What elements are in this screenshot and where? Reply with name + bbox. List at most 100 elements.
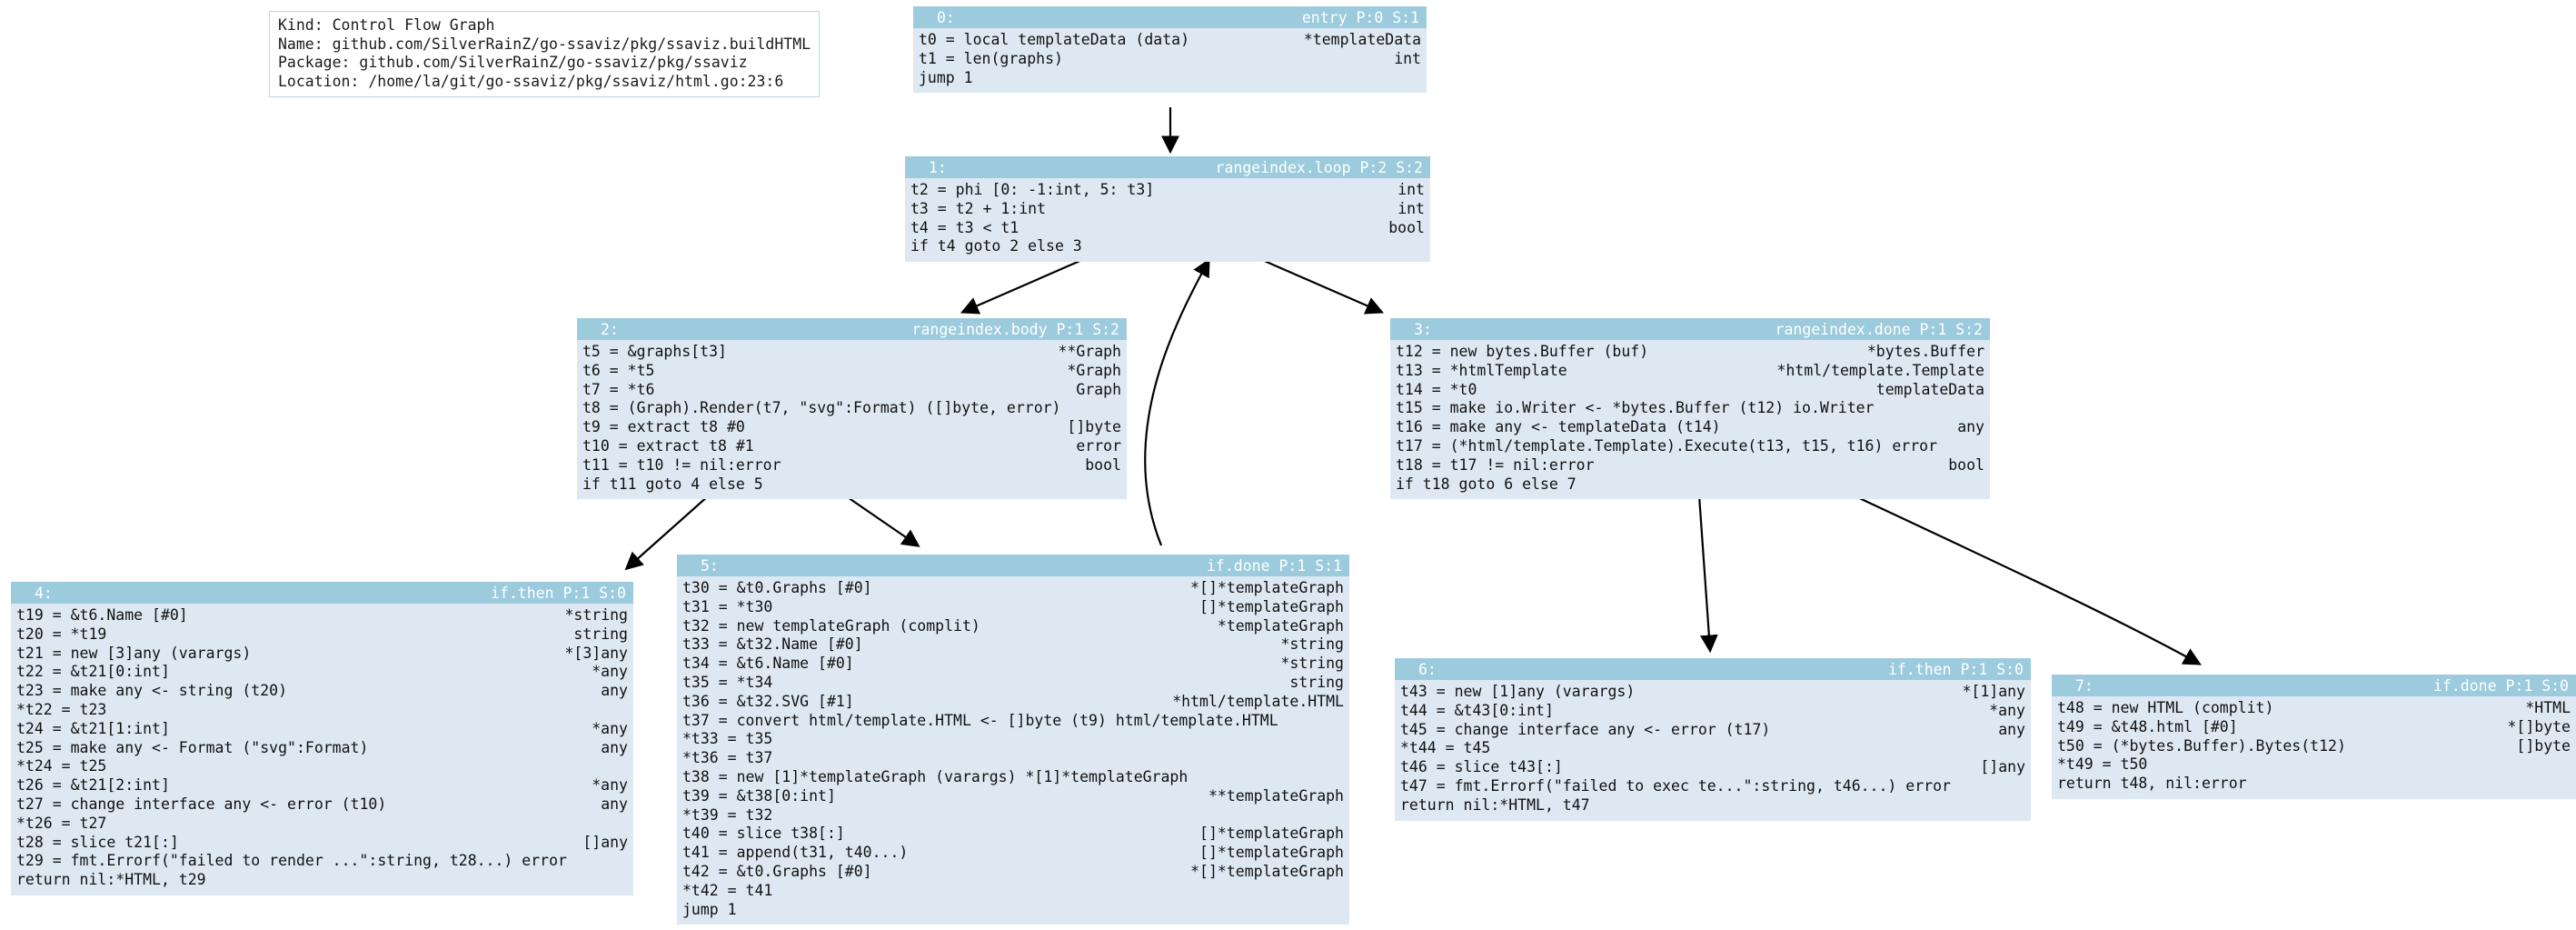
instr-type — [1331, 806, 1344, 825]
instruction-row: t36 = &t32.SVG [#1] *html/template.HTML — [682, 693, 1344, 712]
block-6-header: 6: if.then P:1 S:0 — [1395, 658, 2031, 680]
instruction-row: *t26 = t27 — [16, 815, 628, 834]
instr-type — [1331, 882, 1344, 901]
instr-type: *[]*templateGraph — [1190, 579, 1344, 596]
instruction-row: t7 = *t6 Graph — [582, 381, 1121, 400]
instr-op: t38 = new [1]*templateGraph (varargs) *[… — [682, 767, 1189, 785]
instruction-row: t18 = t17 != nil:error bool — [1396, 456, 1984, 475]
instruction-row: t33 = &t32.Name [#0] *string — [682, 635, 1344, 655]
instr-type: *bytes.Buffer — [1866, 343, 1984, 360]
instr-op: return nil:*HTML, t29 — [16, 871, 206, 889]
block-4[interactable]: 4: if.then P:1 S:0 t19 = &t6.Name [#0] *s… — [11, 582, 633, 895]
edge-1-2 — [960, 255, 1091, 315]
instr-type — [1331, 712, 1344, 731]
instr-op: *t36 = t37 — [682, 749, 773, 767]
instr-op: t41 = append(t31, t40...) — [682, 844, 909, 862]
block-2-id: 2: — [601, 320, 619, 338]
instr-op: t36 = &t32.SVG [#1] — [682, 692, 854, 710]
instr-op: *t22 = t23 — [16, 700, 107, 718]
instr-type: int — [1397, 181, 1425, 198]
instr-op: t28 = slice t21[:] — [16, 833, 179, 851]
instr-type: int — [1397, 199, 1425, 217]
instr-op: t23 = make any <- string (t20) — [16, 682, 288, 700]
instr-op: *t44 = t45 — [1400, 739, 1491, 757]
instr-op: t7 = *t6 — [582, 380, 655, 398]
block-0[interactable]: 0: entry P:0 S:1 t0 = local templateData… — [913, 6, 1427, 94]
instruction-row: t6 = *t5 *Graph — [582, 362, 1121, 381]
instr-type: any — [601, 682, 628, 700]
instr-type: Graph — [1076, 380, 1121, 398]
instr-op: t18 = t17 != nil:error — [1396, 455, 1595, 474]
block-2-header: 2: rangeindex.body P:1 S:2 — [577, 318, 1127, 340]
block-1-header: 1: rangeindex.loop P:2 S:2 — [905, 156, 1430, 178]
instr-op: t40 = slice t38[:] — [682, 825, 845, 843]
instruction-row: t16 = make any <- templateData (t14) any — [1396, 418, 1984, 437]
instr-type: string — [573, 625, 628, 643]
instr-type: bool — [1388, 218, 1425, 236]
instr-type — [1412, 237, 1425, 256]
instruction-row: jump 1 — [682, 901, 1344, 920]
instruction-row: t40 = slice t38[:] []*templateGraph — [682, 825, 1344, 844]
instr-op: *t24 = t25 — [16, 757, 107, 775]
block-7-header: 7: if.done P:1 S:0 — [2052, 675, 2576, 696]
instr-type: *string — [1280, 635, 1344, 654]
block-5-title: if.done P:1 S:1 — [1206, 556, 1342, 575]
instruction-row: *t24 = t25 — [16, 757, 628, 776]
instr-type: *[]*templateGraph — [1190, 862, 1344, 880]
block-6[interactable]: 6: if.then P:1 S:0 t43 = new [1]any (var… — [1395, 658, 2031, 821]
instruction-row: t27 = change interface any <- error (t10… — [16, 795, 628, 815]
instr-op: t48 = new HTML (complit) — [2057, 699, 2274, 716]
instr-op: t39 = &t38[0:int] — [682, 786, 836, 805]
instr-type: int — [1394, 49, 1421, 67]
block-1[interactable]: 1: rangeindex.loop P:2 S:2 t2 = phi [0: … — [905, 156, 1430, 263]
block-2[interactable]: 2: rangeindex.body P:1 S:2 t5 = &graphs[… — [577, 318, 1127, 500]
instruction-row: t37 = convert html/template.HTML <- []by… — [682, 712, 1344, 731]
instr-op: t24 = &t21[1:int] — [16, 719, 170, 737]
block-2-body: t5 = &graphs[t3] **Graph t6 = *t5 *Graph t… — [577, 340, 1127, 499]
instruction-row: t30 = &t0.Graphs [#0] *[]*templateGraph — [682, 579, 1344, 598]
instruction-row: jump 1 — [919, 69, 1421, 88]
edge-5-1 — [1144, 258, 1210, 546]
legend-name: Name: github.com/SilverRainZ/go-ssaviz/p… — [278, 35, 811, 53]
block-3[interactable]: 3: rangeindex.done P:1 S:2 t12 = new byt… — [1390, 318, 1990, 500]
block-5[interactable]: 5: if.done P:1 S:1 t30 = &t0.Graphs [#0]… — [677, 555, 1349, 925]
instruction-row: t4 = t3 < t1 bool — [910, 219, 1425, 238]
instruction-row: t46 = slice t43[:] []any — [1400, 758, 2025, 777]
instr-type: *[1]any — [1962, 683, 2025, 700]
instr-type: *HTML — [2525, 699, 2571, 716]
instruction-row: t29 = fmt.Errorf("failed to render ...":… — [16, 852, 628, 871]
instr-type: []byte — [1067, 418, 1121, 436]
instruction-row: *t44 = t45 — [1400, 739, 2025, 758]
instr-op: t12 = new bytes.Buffer (buf) — [1396, 343, 1649, 360]
instr-op: *t49 = t50 — [2057, 755, 2148, 774]
block-7[interactable]: 7: if.done P:1 S:0 t48 = new HTML (compl… — [2052, 675, 2576, 799]
instr-type — [1972, 437, 1984, 456]
instruction-row: t24 = &t21[1:int] *any — [16, 720, 628, 739]
instr-type: any — [1998, 720, 2025, 738]
instr-op: t47 = fmt.Errorf("failed to exec te...":… — [1400, 776, 1951, 795]
instr-op: jump 1 — [682, 900, 737, 918]
instr-op: t16 = make any <- templateData (t14) — [1396, 418, 1721, 436]
instruction-row: t41 = append(t31, t40...) []*templateGrap… — [682, 844, 1344, 863]
instr-type — [615, 815, 628, 834]
instr-op: t37 = convert html/template.HTML <- []by… — [682, 711, 1278, 729]
instruction-row: t9 = extract t8 #0 []byte — [582, 418, 1121, 437]
instr-op: t50 = (*bytes.Buffer).Bytes(t12) — [2057, 736, 2346, 755]
instruction-row: t19 = &t6.Name [#0] *string — [16, 606, 628, 625]
instruction-row: t50 = (*bytes.Buffer).Bytes(t12) []byte — [2057, 737, 2571, 756]
instr-op: t3 = t2 + 1:int — [910, 199, 1047, 217]
instruction-row: *t22 = t23 — [16, 701, 628, 720]
instr-op: t46 = slice t43[:] — [1400, 758, 1563, 776]
instr-op: t20 = *t19 — [16, 625, 107, 643]
instr-op: if t11 goto 4 else 5 — [582, 475, 763, 493]
instruction-row: t21 = new [3]any (varargs) *[3]any — [16, 645, 628, 664]
instr-type: **templateGraph — [1208, 786, 1344, 805]
instr-op: t44 = &t43[0:int] — [1400, 701, 1554, 719]
instruction-row: t14 = *t0 templateData — [1396, 381, 1984, 400]
instr-op: t30 = &t0.Graphs [#0] — [682, 579, 872, 596]
instr-op: t11 = t10 != nil:error — [582, 455, 781, 474]
instr-op: *t33 = t35 — [682, 730, 773, 748]
instruction-row: t26 = &t21[2:int] *any — [16, 776, 628, 795]
instruction-row: t42 = &t0.Graphs [#0] *[]*templateGraph — [682, 863, 1344, 882]
instr-type: any — [1957, 418, 1984, 436]
